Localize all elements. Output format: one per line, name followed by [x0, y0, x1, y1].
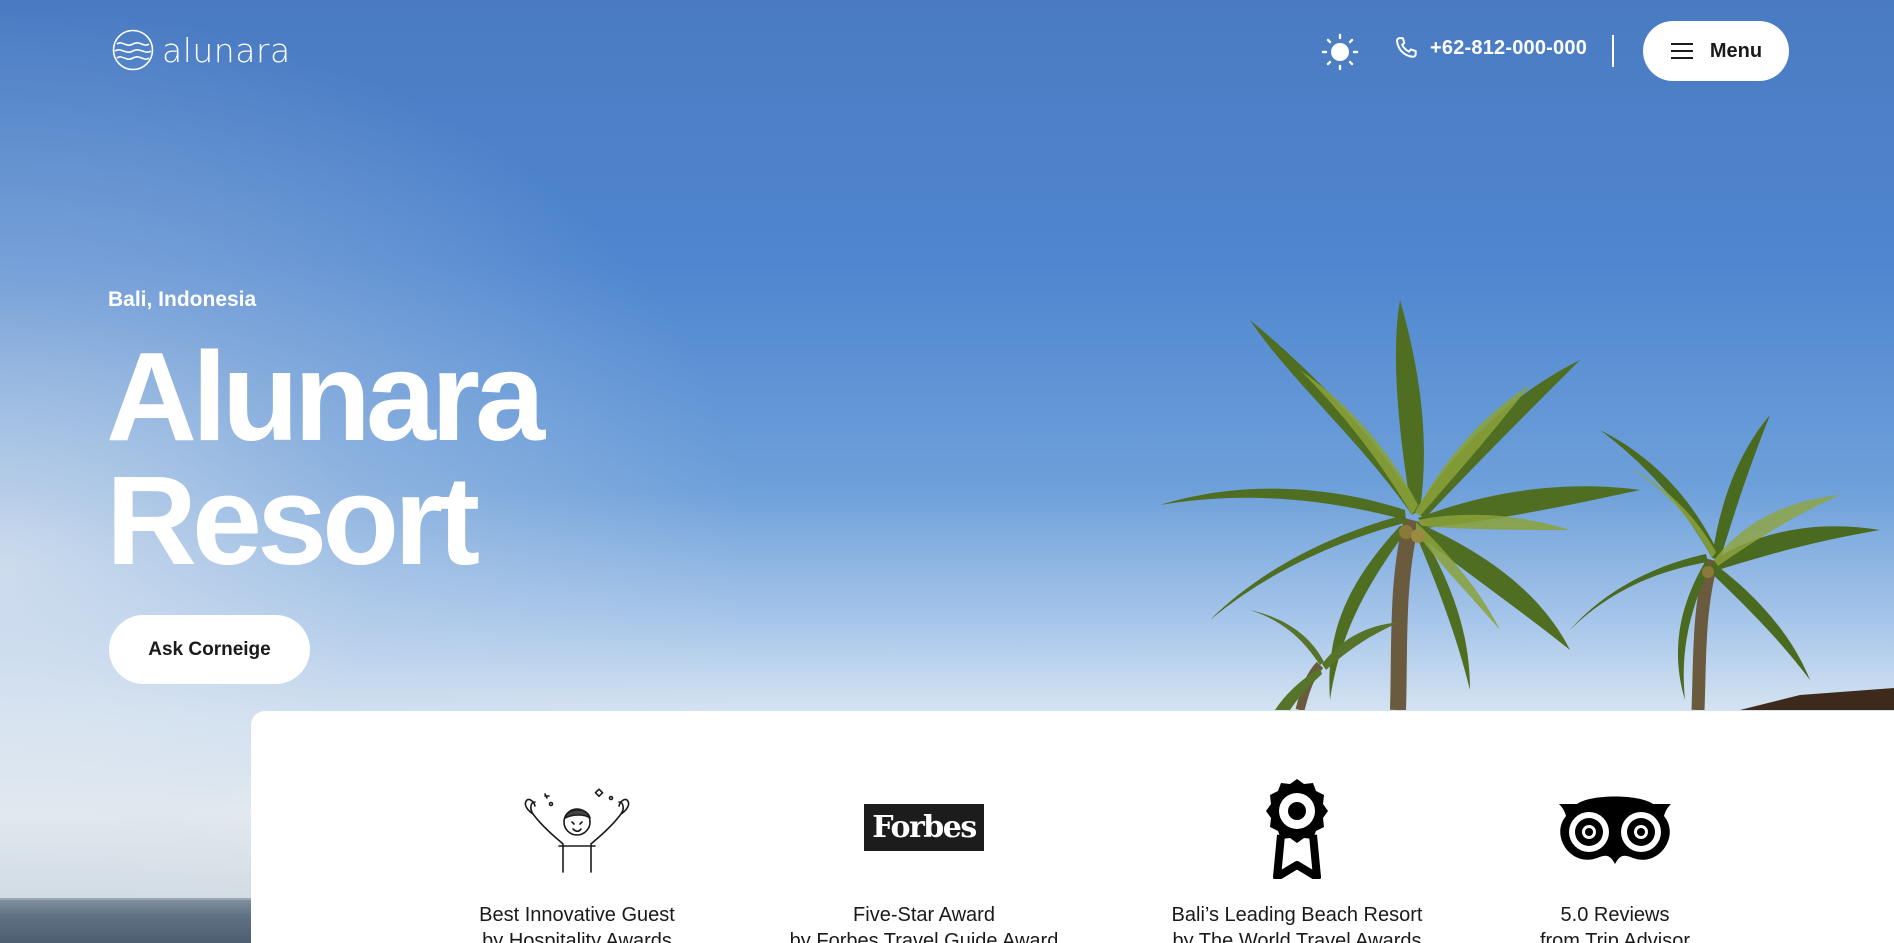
- tripadvisor-owl-icon: [1559, 796, 1671, 864]
- phone-number: +62-812-000-000: [1430, 36, 1588, 59]
- ribbon-medal-icon: [1266, 779, 1328, 879]
- celebrating-guest-icon: [524, 788, 630, 873]
- waves-logo-icon: [112, 29, 154, 71]
- brand-logo[interactable]: alunara: [112, 29, 291, 71]
- award-subtitle: from Trip Advisor: [1539, 930, 1691, 943]
- ask-concierge-button[interactable]: Ask Corneige: [109, 615, 310, 684]
- award-title: Bali’s Leading Beach Resort: [1171, 904, 1423, 926]
- award-title: Best Innovative Guest: [479, 904, 675, 926]
- award-subtitle: by Hospitality Awards: [482, 930, 672, 943]
- award-subtitle: by Forbes Travel Guide Award: [789, 930, 1059, 943]
- phone-link[interactable]: +62-812-000-000: [1392, 34, 1587, 62]
- award-subtitle: by The World Travel Awards: [1172, 930, 1422, 943]
- hero-title-line-2: Resort: [106, 450, 480, 591]
- header-divider: [1612, 35, 1614, 67]
- menu-button[interactable]: Menu: [1643, 21, 1789, 81]
- award-title: 5.0 Reviews: [1560, 904, 1670, 926]
- awards-card: Best Innovative Guest by Hospitality Awa…: [251, 711, 1894, 943]
- sun-icon: [1321, 33, 1359, 71]
- palm-trees-image: [1160, 300, 1894, 710]
- forbes-logo: Forbes: [864, 804, 984, 851]
- award-title: Five-Star Award: [853, 904, 995, 926]
- theme-toggle-button[interactable]: [1320, 32, 1360, 72]
- logo-text: alunara: [162, 30, 291, 70]
- hero-title: Alunara Resort: [106, 326, 545, 591]
- menu-label: Menu: [1709, 39, 1763, 62]
- horizon-line: [0, 898, 260, 900]
- hero-title-line-1: Alunara: [106, 326, 545, 467]
- sea-strip: [0, 898, 260, 943]
- hamburger-icon: [1670, 43, 1693, 59]
- phone-icon: [1396, 37, 1417, 58]
- location-label: Bali, Indonesia: [108, 288, 257, 311]
